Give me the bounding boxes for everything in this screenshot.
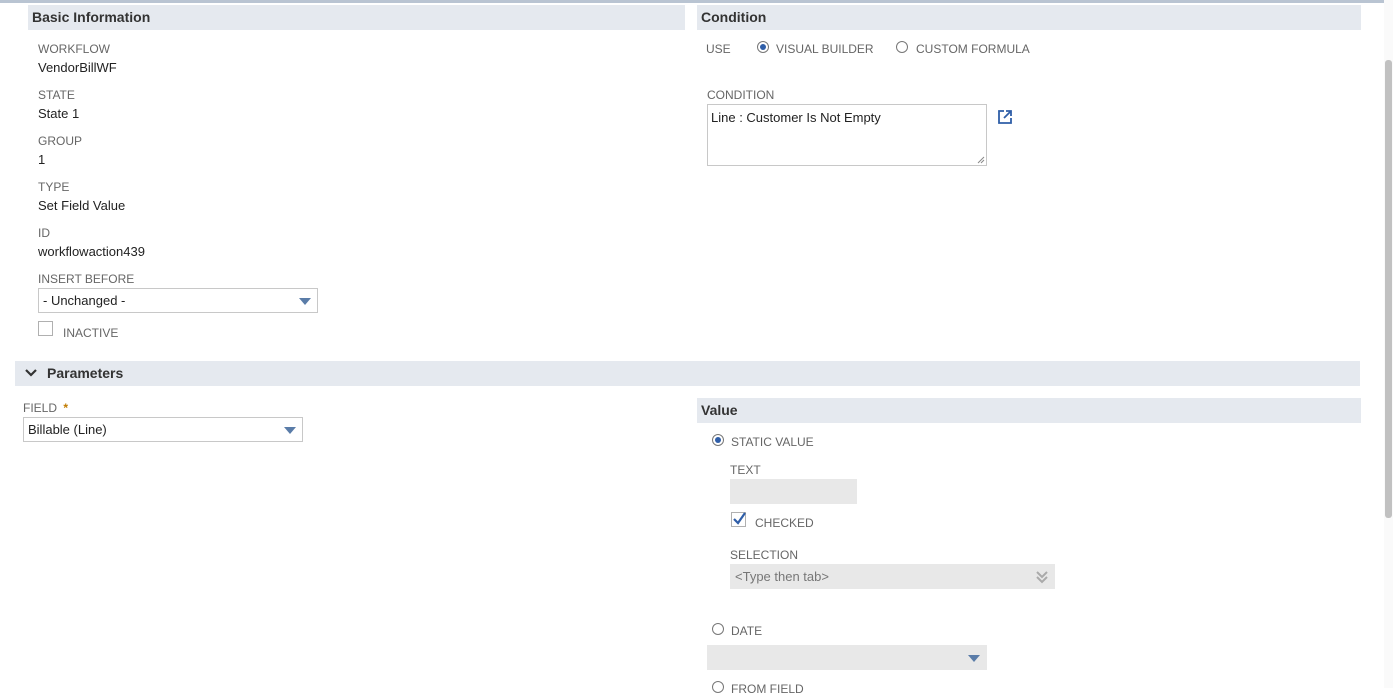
- date-radio[interactable]: [712, 623, 724, 635]
- use-label: USE: [706, 42, 731, 56]
- inactive-label: INACTIVE: [63, 326, 119, 340]
- workflow-label: WORKFLOW: [38, 42, 110, 56]
- insert-before-label: INSERT BEFORE: [38, 272, 135, 286]
- text-input[interactable]: [730, 479, 857, 504]
- value-header: Value: [697, 398, 1361, 423]
- custom-formula-radio[interactable]: [896, 41, 908, 53]
- group-value: 1: [38, 152, 46, 167]
- date-select[interactable]: [707, 645, 987, 670]
- type-label: TYPE: [38, 180, 70, 194]
- condition-textarea[interactable]: Line : Customer Is Not Empty: [707, 104, 987, 166]
- state-value: State 1: [38, 106, 80, 121]
- open-external-icon[interactable]: [996, 108, 1014, 126]
- id-label: ID: [38, 226, 50, 240]
- selection-label: SELECTION: [730, 548, 799, 562]
- checked-label: CHECKED: [755, 516, 814, 530]
- field-label: FIELD *: [23, 401, 68, 415]
- condition-title: Condition: [701, 9, 767, 25]
- id-value: workflowaction439: [38, 244, 145, 259]
- dropdown-arrow-icon: [299, 298, 311, 305]
- resize-handle-icon[interactable]: [977, 156, 985, 164]
- selection-placeholder: <Type then tab>: [735, 569, 829, 584]
- field-label-text: FIELD: [23, 401, 58, 415]
- checkmark-icon: [733, 512, 746, 525]
- parameters-header[interactable]: Parameters: [15, 361, 1360, 386]
- visual-builder-label: VISUAL BUILDER: [776, 42, 874, 56]
- workflow-value: VendorBillWF: [38, 60, 117, 75]
- required-icon: *: [63, 401, 69, 415]
- static-value-radio[interactable]: [712, 434, 724, 446]
- static-value-label: STATIC VALUE: [731, 435, 814, 449]
- type-value: Set Field Value: [38, 198, 126, 213]
- condition-label: CONDITION: [707, 88, 775, 102]
- basic-information-header: Basic Information: [28, 5, 685, 30]
- inactive-checkbox[interactable]: [38, 321, 53, 336]
- chevron-down-icon[interactable]: [25, 369, 37, 378]
- state-label: STATE: [38, 88, 75, 102]
- insert-before-select[interactable]: - Unchanged -: [38, 288, 318, 313]
- group-label: GROUP: [38, 134, 83, 148]
- from-field-radio[interactable]: [712, 681, 724, 693]
- date-label: DATE: [731, 624, 763, 638]
- dropdown-arrow-icon: [284, 427, 296, 434]
- selection-select[interactable]: <Type then tab>: [730, 564, 1055, 589]
- double-chevron-down-icon: [1036, 571, 1048, 584]
- condition-header: Condition: [697, 5, 1361, 30]
- basic-information-title: Basic Information: [32, 9, 151, 25]
- top-border: [0, 0, 1393, 3]
- field-select[interactable]: Billable (Line): [23, 417, 303, 442]
- insert-before-value: - Unchanged -: [43, 293, 126, 308]
- parameters-title: Parameters: [47, 365, 124, 381]
- condition-text: Line : Customer Is Not Empty: [711, 110, 881, 125]
- text-label: TEXT: [730, 463, 761, 477]
- scrollbar-thumb[interactable]: [1385, 60, 1392, 518]
- visual-builder-radio[interactable]: [757, 41, 769, 53]
- field-select-value: Billable (Line): [28, 422, 107, 437]
- value-title: Value: [701, 402, 738, 418]
- custom-formula-label: CUSTOM FORMULA: [916, 42, 1030, 56]
- checked-checkbox[interactable]: [731, 512, 746, 527]
- dropdown-arrow-icon: [968, 655, 980, 662]
- from-field-label: FROM FIELD: [731, 682, 804, 696]
